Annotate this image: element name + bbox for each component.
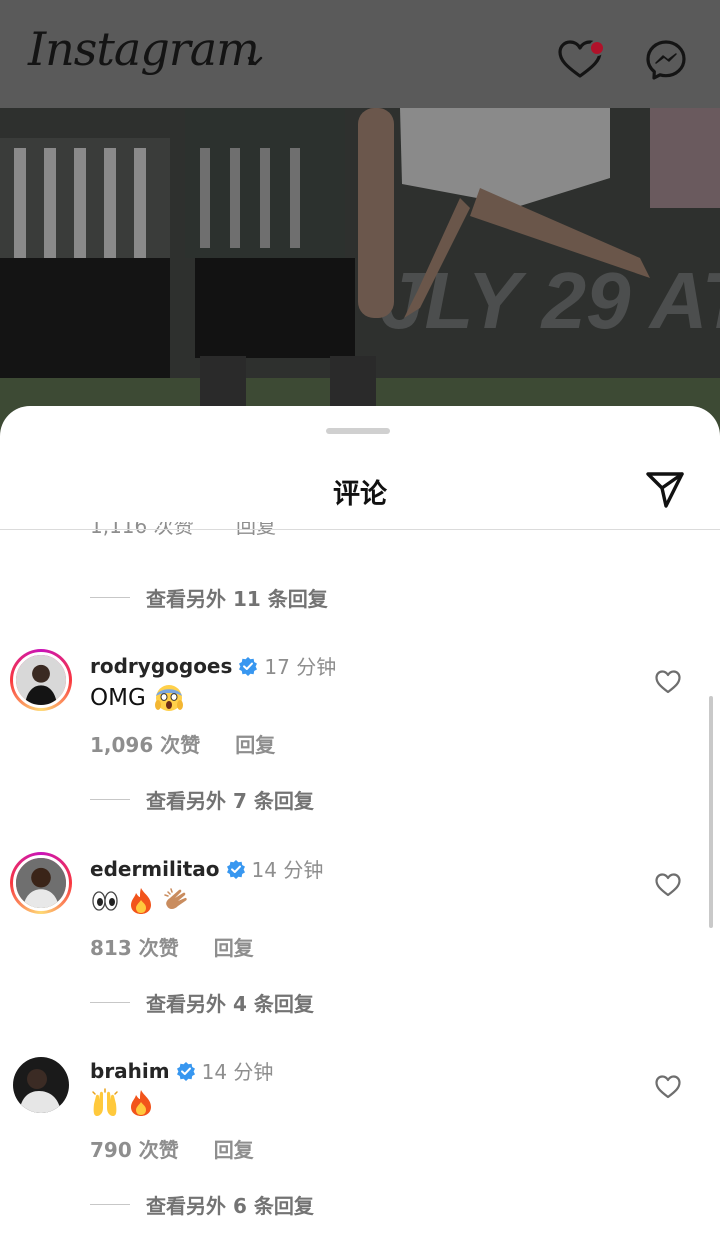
username[interactable]: brahim bbox=[90, 1059, 170, 1083]
view-more-replies-label: 查看另外 11 条回复 bbox=[146, 586, 328, 611]
avatar[interactable] bbox=[10, 1054, 72, 1116]
timestamp: 14 分钟 bbox=[251, 858, 324, 882]
comment-item: brahim 14 分钟 790 次赞 回复 bbox=[0, 1054, 720, 1174]
timestamp: 14 分钟 bbox=[201, 1060, 274, 1084]
comment-meta: 1,096 次赞 回复 bbox=[90, 729, 275, 758]
messenger-icon[interactable] bbox=[644, 38, 688, 82]
avatar[interactable] bbox=[10, 852, 72, 914]
top-app-bar: Instagram bbox=[0, 0, 720, 108]
fire-emoji bbox=[131, 1090, 151, 1116]
raising-hands-emoji bbox=[92, 1088, 118, 1116]
likes-count[interactable]: 790 次赞 bbox=[90, 1138, 179, 1162]
username[interactable]: edermilitao bbox=[90, 857, 220, 881]
avatar-photo bbox=[16, 655, 66, 705]
comments-sheet: 评论 1,116 次赞 回复 查看另外 11 条回复 rodrygogoes 1… bbox=[0, 406, 720, 1248]
avatar[interactable] bbox=[10, 649, 72, 711]
comment-item: edermilitao 14 分钟 813 次赞 回复 bbox=[0, 852, 720, 972]
view-more-replies[interactable]: 查看另外 6 条回复 bbox=[90, 1189, 314, 1219]
reply-link[interactable]: 回复 bbox=[214, 936, 254, 960]
divider-line bbox=[90, 596, 130, 598]
comment-text bbox=[90, 886, 198, 916]
drag-handle[interactable] bbox=[326, 428, 390, 434]
divider-line bbox=[90, 1001, 130, 1003]
sheet-divider bbox=[0, 529, 720, 530]
face-screaming-in-fear-emoji bbox=[154, 685, 183, 711]
fire-emoji bbox=[131, 888, 151, 914]
comment-text: OMG bbox=[90, 683, 190, 713]
reply-link[interactable]: 回复 bbox=[235, 733, 275, 757]
view-more-replies-label: 查看另外 4 条回复 bbox=[146, 991, 314, 1016]
username[interactable]: rodrygogoes bbox=[90, 654, 232, 678]
notification-dot bbox=[589, 40, 605, 56]
cutoff-comment-meta: 1,116 次赞 回复 bbox=[90, 522, 276, 544]
view-more-replies[interactable]: 查看另外 7 条回复 bbox=[90, 784, 314, 814]
heart-icon[interactable] bbox=[654, 669, 682, 695]
reply-link[interactable]: 回复 bbox=[236, 522, 276, 538]
heart-icon[interactable] bbox=[654, 1074, 682, 1100]
background-feed: Instagram JLY 29 AT bbox=[0, 0, 720, 440]
comment-meta: 813 次赞 回复 bbox=[90, 932, 254, 961]
view-more-replies[interactable]: 查看另外 4 条回复 bbox=[90, 987, 314, 1017]
verified-badge-icon bbox=[176, 1061, 195, 1081]
verified-badge-icon bbox=[239, 656, 258, 676]
reply-link[interactable]: 回复 bbox=[214, 1138, 254, 1162]
comment-body: OMG bbox=[90, 685, 146, 711]
view-more-replies[interactable]: 查看另外 11 条回复 bbox=[90, 582, 328, 612]
eyes-emoji bbox=[92, 891, 118, 911]
football-photo: JLY 29 AT bbox=[0, 108, 720, 440]
scrollbar[interactable] bbox=[709, 696, 713, 928]
timestamp: 17 分钟 bbox=[264, 655, 337, 679]
avatar-photo bbox=[13, 1057, 69, 1113]
comment-text bbox=[90, 1088, 162, 1118]
divider-line bbox=[90, 1203, 130, 1205]
instagram-logo[interactable]: Instagram bbox=[28, 22, 260, 76]
likes-count[interactable]: 813 次赞 bbox=[90, 936, 179, 960]
chevron-down-icon[interactable] bbox=[244, 50, 266, 72]
clapping-hands-emoji bbox=[164, 888, 187, 909]
post-photo[interactable]: JLY 29 AT bbox=[0, 108, 720, 440]
view-more-replies-label: 查看另外 7 条回复 bbox=[146, 788, 314, 813]
sheet-title: 评论 bbox=[333, 479, 387, 510]
view-more-replies-label: 查看另外 6 条回复 bbox=[146, 1193, 314, 1218]
comment-item: rodrygogoes 17 分钟 OMG 1,096 次赞 回复 bbox=[0, 649, 720, 769]
comment-meta: 790 次赞 回复 bbox=[90, 1134, 254, 1163]
heart-icon[interactable] bbox=[654, 872, 682, 898]
likes-count[interactable]: 1,096 次赞 bbox=[90, 733, 200, 757]
divider-line bbox=[90, 798, 130, 800]
likes-count[interactable]: 1,116 次赞 bbox=[90, 522, 194, 538]
avatar-photo bbox=[16, 858, 66, 908]
verified-badge-icon bbox=[226, 859, 245, 879]
send-icon[interactable] bbox=[644, 468, 686, 510]
